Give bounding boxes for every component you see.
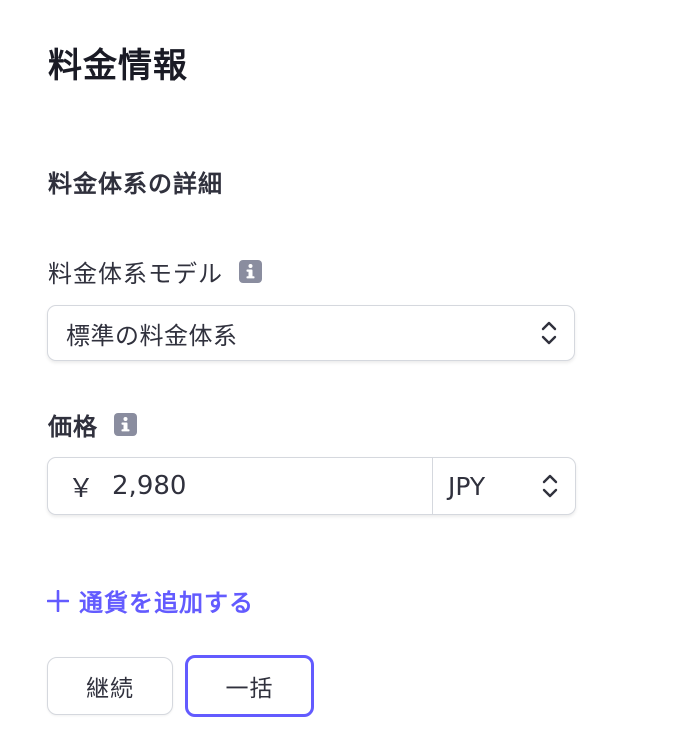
price-input-group: ￥ 2,980 JPY [47, 457, 576, 515]
add-currency-label: 通貨を追加する [79, 589, 254, 617]
chevron-up-down-icon [541, 321, 557, 345]
pricing-model-label: 料金体系モデル [48, 260, 223, 288]
info-icon[interactable] [114, 413, 137, 436]
price-input[interactable]: ￥ 2,980 [48, 458, 432, 514]
price-value: 2,980 [112, 471, 187, 501]
currency-symbol: ￥ [68, 473, 95, 504]
pricing-model-select[interactable]: 標準の料金体系 [47, 305, 575, 361]
pricing-model-selected-value: 標準の料金体系 [66, 321, 238, 350]
section-title: 料金体系の詳細 [48, 170, 223, 198]
add-currency-link[interactable]: 通貨を追加する [47, 583, 254, 618]
info-icon[interactable] [239, 260, 262, 283]
price-label-row: 価格 [48, 407, 137, 442]
price-label: 価格 [48, 413, 98, 441]
chevron-up-down-icon [542, 474, 558, 498]
currency-selected-value: JPY [448, 471, 486, 501]
currency-select[interactable]: JPY [432, 458, 575, 514]
page-title: 料金情報 [48, 46, 188, 86]
one-time-button[interactable]: 一括 [185, 655, 314, 717]
recurring-button[interactable]: 継続 [47, 657, 173, 715]
pricing-model-label-row: 料金体系モデル [48, 254, 262, 289]
plus-icon [47, 589, 69, 612]
